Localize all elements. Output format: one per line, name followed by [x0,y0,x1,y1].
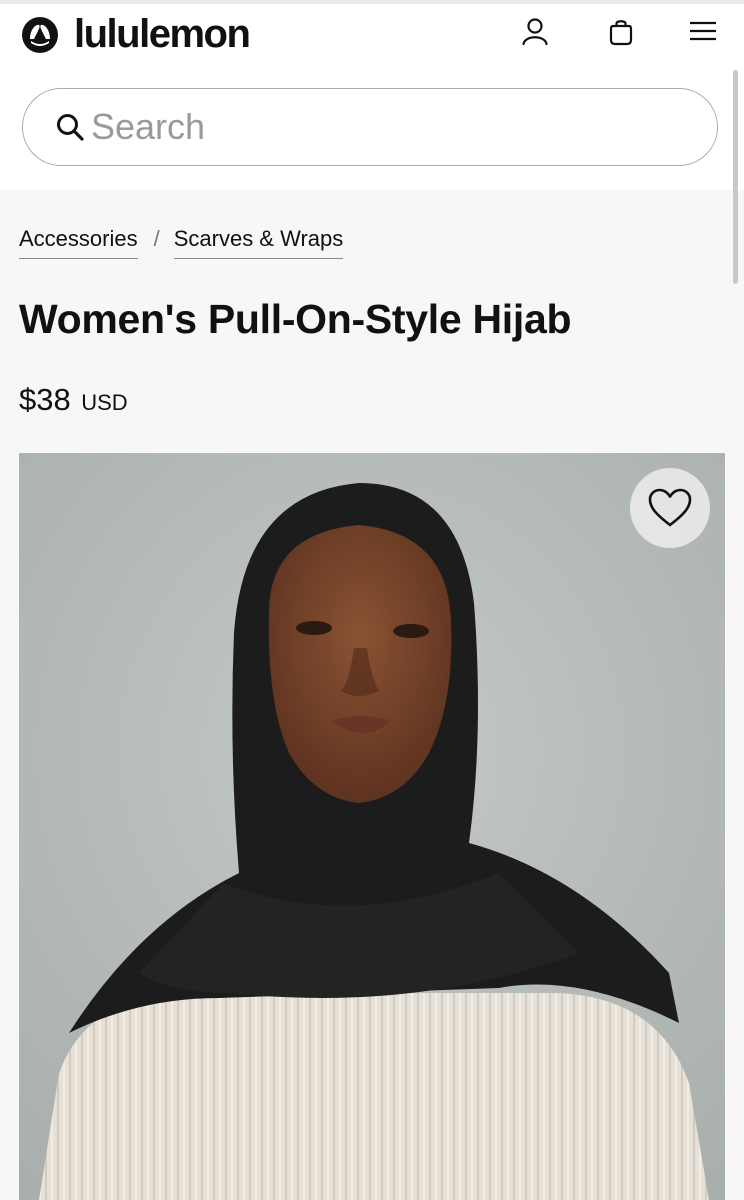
lululemon-logo-icon [22,16,58,53]
scrollbar[interactable] [733,70,738,284]
price-amount: $38 [19,382,71,417]
product-price: $38 USD [19,382,128,418]
shopping-bag-button[interactable] [606,16,636,46]
breadcrumb: Accessories / Scarves & Wraps [19,226,344,259]
search-bar[interactable] [22,88,718,166]
product-image[interactable] [19,453,725,1200]
price-currency: USD [81,390,128,415]
account-button[interactable] [520,16,550,46]
account-icon [522,18,548,46]
brand-logo[interactable]: lululemon [22,12,251,57]
wishlist-button[interactable] [630,468,710,548]
search-input[interactable] [91,106,651,148]
heart-icon [648,488,692,527]
model-photo [19,453,725,1200]
product-title: Women's Pull-On-Style Hijab [19,296,572,342]
menu-button[interactable] [688,16,718,46]
bag-icon [609,20,633,46]
site-header: lululemon [0,4,744,190]
menu-icon [690,21,716,41]
search-icon [57,114,84,141]
breadcrumb-accessories[interactable]: Accessories [19,226,138,259]
breadcrumb-scarves-wraps[interactable]: Scarves & Wraps [173,226,344,259]
breadcrumb-separator: / [153,226,160,251]
brand-name: lululemon [74,12,251,56]
